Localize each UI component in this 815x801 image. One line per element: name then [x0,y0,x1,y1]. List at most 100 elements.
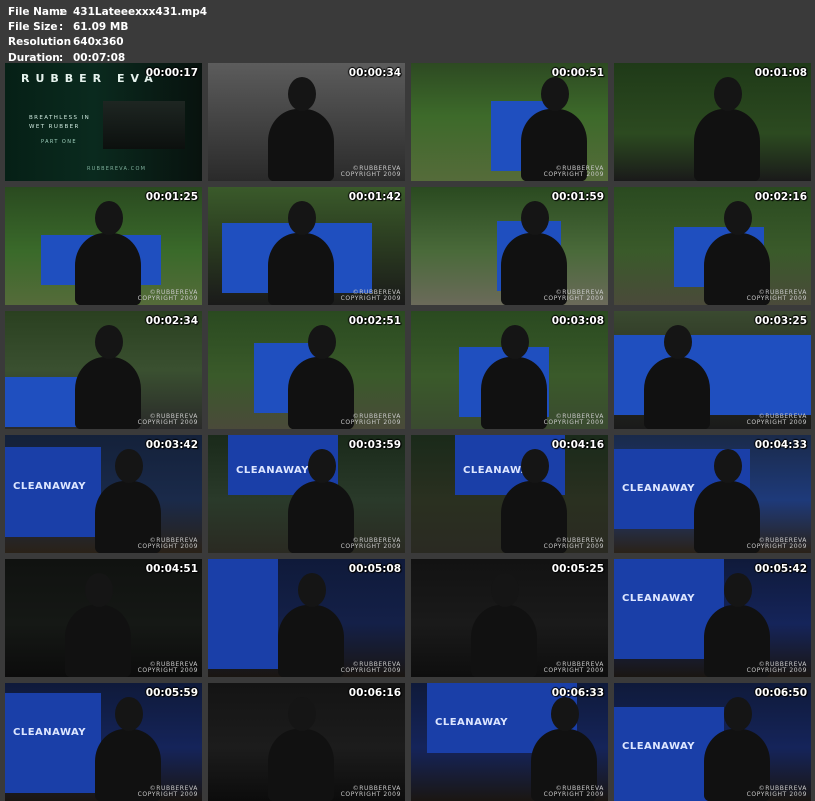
watermark-line2: COPYRIGHT 2009 [746,419,807,426]
gas-mask-head [85,573,113,607]
thumbnail-4[interactable]: 00:01:08 [614,63,811,181]
copyright-watermark: ©RUBBEREVA COPYRIGHT 2009 [138,290,198,302]
watermark-line2: COPYRIGHT 2009 [746,295,807,302]
thumbnail-grid: RUBBER EVA BREATHLESS IN WET RUBBER PART… [5,63,811,801]
thumbnail-6[interactable]: 00:01:42 ©RUBBEREVA COPYRIGHT 2009 [208,187,405,305]
figure-silhouette [268,729,334,801]
figure-silhouette [268,233,334,305]
watermark-line2: COPYRIGHT 2009 [137,543,198,550]
watermark-line2: COPYRIGHT 2009 [340,419,401,426]
gas-mask-head [288,697,316,731]
thumbnail-20[interactable]: CLEANAWAY 00:05:42 ©RUBBEREVA COPYRIGHT 200… [614,559,811,677]
thumbnail-11[interactable]: 00:03:08 ©RUBBEREVA COPYRIGHT 2009 [411,311,608,429]
thumbnail-17[interactable]: 00:04:51 ©RUBBEREVA COPYRIGHT 2009 [5,559,202,677]
bin-label: CLEANAWAY [622,741,696,752]
watermark-line2: COPYRIGHT 2009 [543,791,604,798]
thumbnail-timestamp: 00:06:50 [754,687,807,699]
intro-subtitle: BREATHLESS IN WET RUBBER [29,115,91,130]
intro-part: PART ONE [41,139,77,145]
thumbnail-9[interactable]: 00:02:34 ©RUBBEREVA COPYRIGHT 2009 [5,311,202,429]
thumbnail-12[interactable]: 00:03:25 ©RUBBEREVA COPYRIGHT 2009 [614,311,811,429]
figure-silhouette [268,109,334,181]
gas-mask-head [501,325,529,359]
gas-mask-head [521,201,549,235]
thumbnail-7[interactable]: 00:01:59 ©RUBBEREVA COPYRIGHT 2009 [411,187,608,305]
info-row-resolution: Resolution : 640x360 [8,35,207,50]
gas-mask-head [724,573,752,607]
info-row-file-size: File Size : 61.09 MB [8,20,207,35]
intro-title-card: RUBBER EVA BREATHLESS IN WET RUBBER PART… [5,63,202,181]
watermark-line2: COPYRIGHT 2009 [340,667,401,674]
info-key: Resolution [8,36,72,49]
intro-title: RUBBER EVA [21,72,159,85]
info-separator: : [59,6,64,18]
copyright-watermark: ©RUBBEREVA COPYRIGHT 2009 [138,786,198,798]
copyright-watermark: ©RUBBEREVA COPYRIGHT 2009 [747,786,807,798]
thumbnail-18[interactable]: 00:05:08 ©RUBBEREVA COPYRIGHT 2009 [208,559,405,677]
thumbnail-timestamp: 00:02:16 [754,191,807,203]
thumbnail-timestamp: 00:00:17 [145,67,198,79]
gas-mask-head [491,573,519,607]
watermark-line2: COPYRIGHT 2009 [746,543,807,550]
gas-mask-head [288,201,316,235]
thumbnail-timestamp: 00:01:59 [551,191,604,203]
copyright-watermark: ©RUBBEREVA COPYRIGHT 2009 [544,166,604,178]
copyright-watermark: ©RUBBEREVA COPYRIGHT 2009 [341,662,401,674]
bin-label: CLEANAWAY [435,717,509,728]
thumbnail-2[interactable]: 00:00:34 ©RUBBEREVA COPYRIGHT 2009 [208,63,405,181]
figure-silhouette [278,605,344,677]
copyright-watermark: ©RUBBEREVA COPYRIGHT 2009 [138,538,198,550]
watermark-line2: COPYRIGHT 2009 [543,419,604,426]
watermark-line2: COPYRIGHT 2009 [137,295,198,302]
thumbnail-timestamp: 00:03:25 [754,315,807,327]
thumbnail-timestamp: 00:03:59 [348,439,401,451]
watermark-line2: COPYRIGHT 2009 [137,667,198,674]
gas-mask-head [541,77,569,111]
thumbnail-22[interactable]: 00:06:16 ©RUBBEREVA COPYRIGHT 2009 [208,683,405,801]
thumbnail-timestamp: 00:01:08 [754,67,807,79]
figure-silhouette [694,109,760,181]
thumbnail-10[interactable]: 00:02:51 ©RUBBEREVA COPYRIGHT 2009 [208,311,405,429]
thumbnail-15[interactable]: CLEANAWAY 00:04:16 ©RUBBEREVA COPYRIGHT 200… [411,435,608,553]
gas-mask-head [115,449,143,483]
bin-label: CLEANAWAY [622,483,696,494]
thumbnail-19[interactable]: 00:05:25 ©RUBBEREVA COPYRIGHT 2009 [411,559,608,677]
gas-mask-head [724,697,752,731]
gas-mask-head [551,697,579,731]
thumbnail-21[interactable]: CLEANAWAY 00:05:59 ©RUBBEREVA COPYRIGHT 200… [5,683,202,801]
gas-mask-head [95,325,123,359]
figure-silhouette [65,605,131,677]
gas-mask-head [95,201,123,235]
figure-silhouette [75,357,141,429]
thumbnail-13[interactable]: CLEANAWAY 00:03:42 ©RUBBEREVA COPYRIGHT 200… [5,435,202,553]
copyright-watermark: ©RUBBEREVA COPYRIGHT 2009 [544,786,604,798]
thumbnail-5[interactable]: 00:01:25 ©RUBBEREVA COPYRIGHT 2009 [5,187,202,305]
copyright-watermark: ©RUBBEREVA COPYRIGHT 2009 [544,414,604,426]
watermark-line2: COPYRIGHT 2009 [543,171,604,178]
thumbnail-timestamp: 00:06:33 [551,687,604,699]
thumbnail-timestamp: 00:03:42 [145,439,198,451]
watermark-line2: COPYRIGHT 2009 [543,295,604,302]
thumbnail-24[interactable]: CLEANAWAY 00:06:50 ©RUBBEREVA COPYRIGHT 200… [614,683,811,801]
thumbnail-14[interactable]: CLEANAWAY 00:03:59 ©RUBBEREVA COPYRIGHT 200… [208,435,405,553]
thumbnail-3[interactable]: 00:00:51 ©RUBBEREVA COPYRIGHT 2009 [411,63,608,181]
wheelie-bin [5,693,101,793]
thumbnail-16[interactable]: CLEANAWAY 00:04:33 ©RUBBEREVA COPYRIGHT 200… [614,435,811,553]
gas-mask-head [714,77,742,111]
copyright-watermark: ©RUBBEREVA COPYRIGHT 2009 [341,166,401,178]
copyright-watermark: ©RUBBEREVA COPYRIGHT 2009 [138,414,198,426]
copyright-watermark: ©RUBBEREVA COPYRIGHT 2009 [747,290,807,302]
copyright-watermark: ©RUBBEREVA COPYRIGHT 2009 [747,538,807,550]
copyright-watermark: ©RUBBEREVA COPYRIGHT 2009 [341,786,401,798]
thumbnail-timestamp: 00:00:51 [551,67,604,79]
gas-mask-head [724,201,752,235]
gas-mask-head [521,449,549,483]
file-info: File Name : 431Lateeexxx431.mp4 File Siz… [8,5,207,66]
copyright-watermark: ©RUBBEREVA COPYRIGHT 2009 [747,414,807,426]
thumbnail-1[interactable]: RUBBER EVA BREATHLESS IN WET RUBBER PART… [5,63,202,181]
thumbnail-23[interactable]: CLEANAWAY 00:06:33 ©RUBBEREVA COPYRIGHT 200… [411,683,608,801]
scene-inset [103,101,185,149]
wheelie-bin [208,559,278,669]
thumbnail-8[interactable]: 00:02:16 ©RUBBEREVA COPYRIGHT 2009 [614,187,811,305]
thumbnail-timestamp: 00:02:51 [348,315,401,327]
